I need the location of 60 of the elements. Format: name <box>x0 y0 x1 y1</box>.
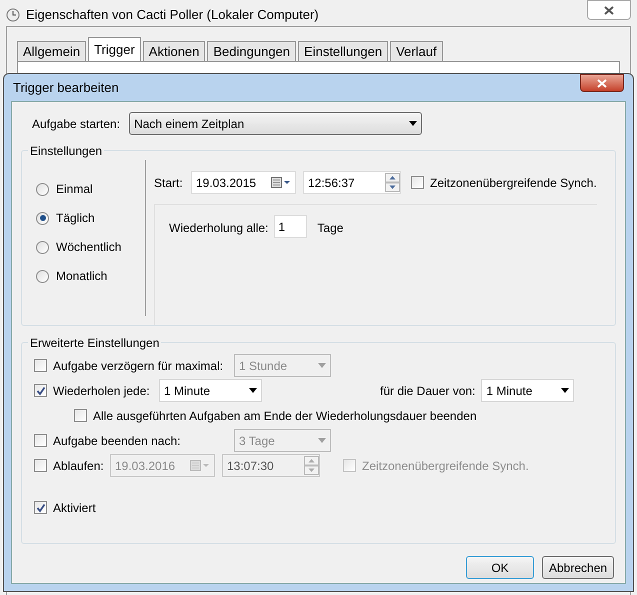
dropdown-arrow-icon <box>318 438 326 443</box>
time-field[interactable]: 13:07:30 <box>222 454 320 477</box>
radio-button[interactable] <box>36 212 49 224</box>
interval-dropdown[interactable]: 1 Minute <box>159 379 262 402</box>
checkbox-label: Aufgabe verzögern für maximal: <box>53 358 224 374</box>
dropdown-arrow-icon <box>561 388 570 393</box>
calendar-icon <box>271 177 291 188</box>
dropdown-arrow-icon <box>409 121 418 126</box>
dropdown-arrow-icon <box>249 388 257 393</box>
field-label: für die Dauer von: <box>380 382 476 400</box>
checkbox[interactable] <box>34 384 47 397</box>
field-label: Aufgabe starten: <box>32 116 120 132</box>
spinner-icon <box>385 173 400 192</box>
close-icon <box>604 6 614 14</box>
time-field[interactable]: 12:56:37 <box>303 171 401 194</box>
calendar-icon <box>190 460 210 471</box>
checkbox[interactable] <box>34 459 47 472</box>
checkbox[interactable] <box>74 409 87 422</box>
clock-icon <box>6 8 20 22</box>
checkbox[interactable] <box>34 501 47 514</box>
radio-label: Monatlich <box>56 268 108 285</box>
tab[interactable]: Trigger <box>88 37 141 61</box>
checkbox[interactable] <box>34 359 47 372</box>
tab[interactable]: Bedingungen <box>207 41 296 61</box>
checkbox-label: Ablaufen: <box>53 458 104 474</box>
dropdown-arrow-icon <box>318 363 326 368</box>
field-label: Start: <box>154 176 183 190</box>
close-button[interactable] <box>587 0 631 20</box>
unit-label: Tage <box>317 221 344 235</box>
date-picker[interactable]: 19.03.2015 <box>191 171 296 194</box>
number-field[interactable]: 1 <box>274 215 308 238</box>
dialog-title: Trigger bearbeiten <box>13 78 120 97</box>
window-title: Eigenschaften von Cacti Poller (Lokaler Computer) <box>26 6 319 24</box>
radio-label: Wöchentlich <box>56 239 122 256</box>
duration-dropdown[interactable]: 1 Minute <box>481 379 574 402</box>
checkbox-label: Zeitzonenübergreifende Synch. <box>430 174 597 192</box>
dialog-button[interactable]: Abbrechen <box>542 556 614 579</box>
close-button[interactable] <box>580 74 624 92</box>
close-icon <box>597 78 607 88</box>
radio-button[interactable] <box>36 240 49 254</box>
field-label: Wiederholung alle: <box>169 221 268 235</box>
dialog-button[interactable]: OK <box>466 556 534 579</box>
checkbox-label: Aktiviert <box>53 500 96 516</box>
tab[interactable]: Aktionen <box>142 41 206 61</box>
radio-button[interactable] <box>36 270 49 282</box>
checkbox-label: Aufgabe beenden nach: <box>53 432 180 450</box>
checkbox-label: Zeitzonenübergreifende Synch. <box>362 458 529 474</box>
radio-button[interactable] <box>36 182 49 196</box>
schedule-dropdown[interactable]: Nach einem Zeitplan <box>129 112 422 135</box>
radio-label: Einmal <box>56 181 93 198</box>
checkbox-label: Wiederholen jede: <box>53 382 150 400</box>
radio-label: Täglich <box>56 210 95 227</box>
tab[interactable]: Allgemein <box>17 41 86 61</box>
spinner-icon <box>304 456 319 475</box>
checkbox[interactable] <box>34 434 47 447</box>
checkbox-label: Alle ausgeführten Aufgaben am Ende der Wiederholungsdauer beenden <box>93 408 477 424</box>
checkbox[interactable] <box>343 459 356 472</box>
tab[interactable]: Verlauf <box>390 41 443 61</box>
checkbox[interactable] <box>411 176 424 189</box>
tab[interactable]: Einstellungen <box>298 41 388 61</box>
